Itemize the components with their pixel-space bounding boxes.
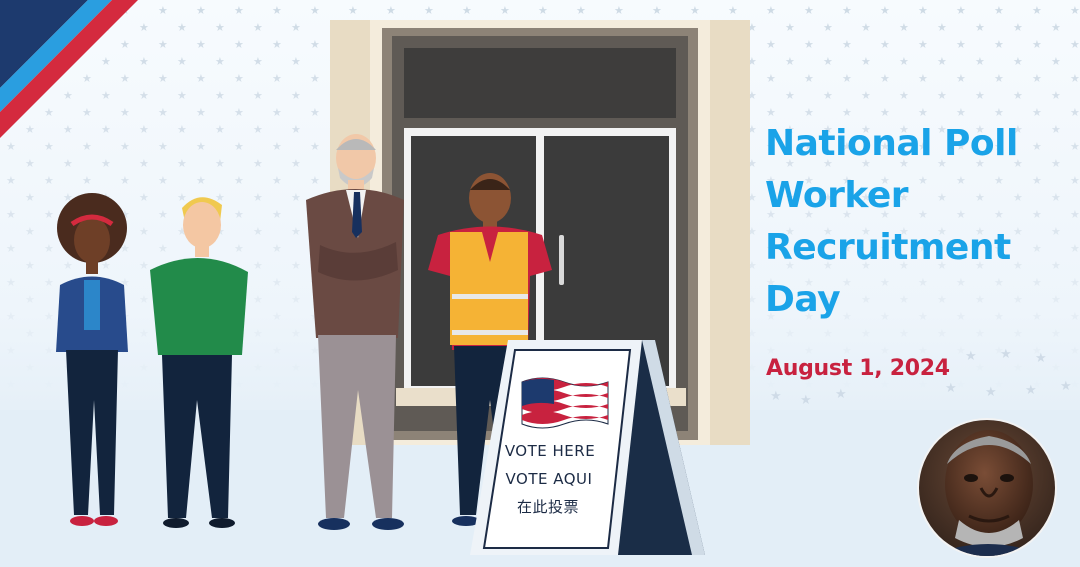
american-flag-icon: [521, 377, 609, 429]
portrait-image: [919, 420, 1055, 556]
event-headline: National Poll Worker Recruitment Day: [765, 118, 1065, 326]
speaker-portrait: [919, 420, 1055, 556]
recruitment-banner: ★ ★ ★★★ ★★★★ ★★★: [0, 0, 1080, 567]
sign-line-english: VOTE HERE: [505, 442, 595, 460]
sign-line-chinese: 在此投票: [517, 498, 579, 516]
event-date: August 1, 2024: [766, 356, 950, 381]
sign-text-block: VOTE HERE VOTE AQUI 在此投票: [505, 442, 595, 516]
headline-line-2: Worker: [765, 175, 909, 216]
sign-line-spanish: VOTE AQUI: [506, 470, 593, 488]
headline-line-3: Recruitment: [765, 227, 1011, 268]
headline-line-4: Day: [765, 279, 841, 320]
headline-line-1: National Poll: [765, 123, 1018, 164]
man-green-sweater-figure: [150, 197, 248, 528]
woman-figure: [56, 193, 128, 526]
